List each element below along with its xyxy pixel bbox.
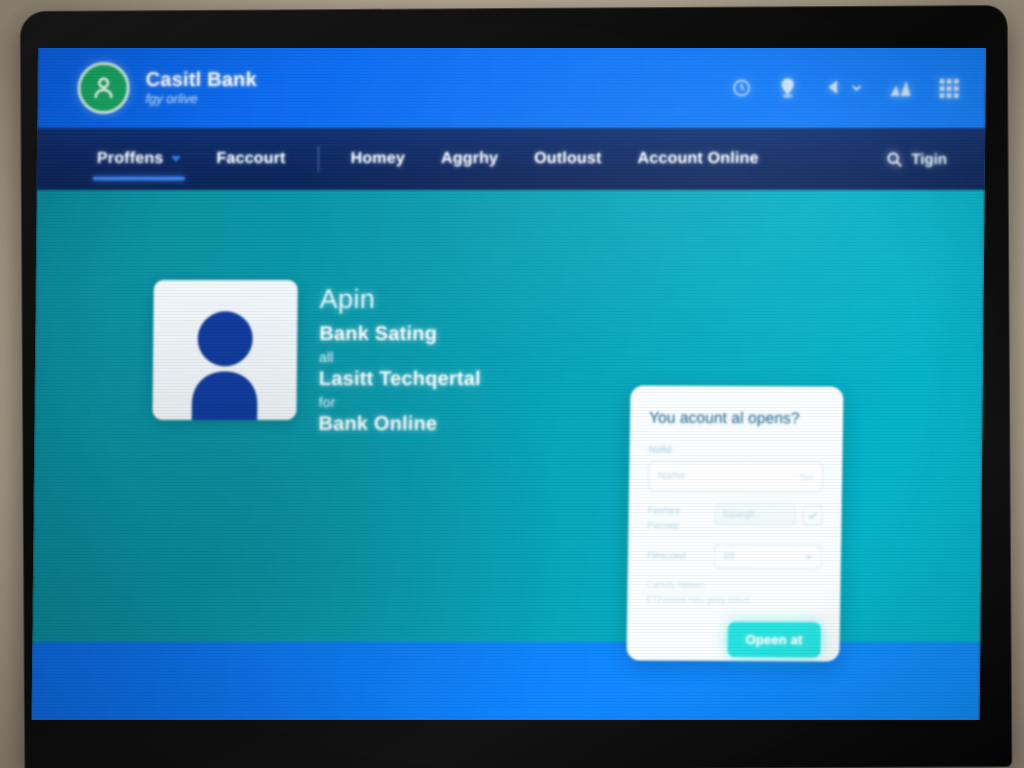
nav-search-button[interactable]: Tigin bbox=[886, 150, 959, 167]
signup-form-card: You acount al opens? Nofid Name Ten Feeh… bbox=[626, 385, 844, 662]
amount-select-value: 10 bbox=[722, 551, 735, 563]
nav-item-account-online[interactable]: Account Online bbox=[619, 128, 777, 190]
speaker-icon[interactable] bbox=[824, 78, 863, 98]
name-field-label: Nofid bbox=[648, 444, 672, 456]
check-icon bbox=[808, 511, 817, 519]
header-icon-group bbox=[732, 77, 960, 99]
location-pin-icon[interactable] bbox=[778, 77, 798, 99]
name-input[interactable]: Name Ten bbox=[647, 460, 824, 493]
nav-item-aggrhy[interactable]: Aggrhy bbox=[423, 128, 517, 190]
hero-left-block: Apin Bank Sating all Lasitt Techqertal f… bbox=[34, 234, 482, 439]
site-header: Casitl Bank fgy orlive bbox=[37, 48, 987, 128]
device-screen: Casitl Bank fgy orlive Proffens Faccourt… bbox=[31, 48, 987, 720]
hero-line-1: Bank Sating bbox=[319, 322, 438, 345]
chevron-down-icon bbox=[804, 555, 814, 560]
secondary-input[interactable]: Sizargh bbox=[714, 502, 796, 527]
nav-item-label: Faccourt bbox=[216, 149, 286, 167]
agree-checkbox[interactable] bbox=[802, 504, 823, 525]
nav-item-label: Account Online bbox=[637, 149, 759, 167]
brand-tagline: fgy orlive bbox=[145, 90, 198, 106]
chevron-down-icon bbox=[170, 155, 181, 162]
nav-item-faccourt[interactable]: Faccourt bbox=[198, 128, 304, 190]
amount-select[interactable]: 10 bbox=[713, 544, 823, 570]
nav-divider bbox=[317, 145, 319, 172]
hero-line-3: Lasitt Techqertal bbox=[318, 367, 481, 390]
nav-item-label: Outloust bbox=[534, 149, 602, 167]
nav-item-proffens[interactable]: Proffens bbox=[79, 128, 199, 190]
grid-apps-icon[interactable] bbox=[939, 77, 960, 98]
nav-search-label: Tigin bbox=[911, 150, 948, 168]
card-title: You acount al opens? bbox=[648, 409, 800, 428]
nav-item-homey[interactable]: Homey bbox=[332, 128, 423, 190]
brand-name: Casitl Bank bbox=[145, 69, 257, 92]
name-input-hint: Ten bbox=[799, 471, 814, 482]
hero-section: Apin Bank Sating all Lasitt Techqertal f… bbox=[32, 189, 985, 662]
hero-copy: Apin Bank Sating all Lasitt Techqertal f… bbox=[318, 280, 482, 439]
select-field-label: Flescoed bbox=[646, 550, 686, 563]
card-actions: Opeen at bbox=[645, 622, 822, 658]
clock-icon[interactable] bbox=[732, 78, 752, 98]
search-icon bbox=[887, 151, 903, 167]
nav-item-label: Homey bbox=[350, 149, 406, 167]
chart-bars-icon[interactable] bbox=[889, 78, 913, 98]
hero-line-2: all bbox=[318, 348, 334, 365]
brand-text: Casitl Bank fgy orlive bbox=[145, 69, 257, 106]
secondary-label-b: Pxcoep bbox=[647, 520, 680, 532]
nav-item-label: Proffens bbox=[96, 149, 164, 167]
helper-line-2: ETFeoout Hov yesy toloct bbox=[646, 594, 750, 606]
nav-item-label: Aggrhy bbox=[440, 149, 499, 167]
user-circle-icon bbox=[77, 61, 130, 114]
photo-scene: Casitl Bank fgy orlive Proffens Faccourt… bbox=[0, 0, 1024, 768]
main-navigation: Proffens Faccourt Homey Aggrhy Outloust … bbox=[36, 127, 986, 190]
name-input-placeholder: Name bbox=[658, 470, 685, 482]
select-field-row: Flescoed 10 bbox=[646, 544, 823, 570]
open-account-button[interactable]: Opeen at bbox=[727, 622, 822, 658]
brand-block[interactable]: Casitl Bank fgy orlive bbox=[77, 61, 257, 114]
secondary-field-labels: Feehtre Pxcoep bbox=[647, 503, 705, 535]
hero-headline: Apin bbox=[319, 283, 376, 314]
hero-line-4: for bbox=[318, 393, 336, 410]
secondary-field-row: Feehtre Pxcoep Sizargh bbox=[647, 502, 823, 535]
person-avatar-icon bbox=[152, 279, 298, 420]
secondary-field-controls: Sizargh bbox=[714, 502, 823, 527]
chevron-down-icon bbox=[852, 85, 862, 92]
nav-item-outloust[interactable]: Outloust bbox=[516, 128, 620, 190]
helper-line-1: Canofy helben bbox=[646, 579, 705, 591]
secondary-label-a: Feehtre bbox=[647, 505, 681, 517]
hero-line-5: Bank Online bbox=[318, 412, 438, 435]
